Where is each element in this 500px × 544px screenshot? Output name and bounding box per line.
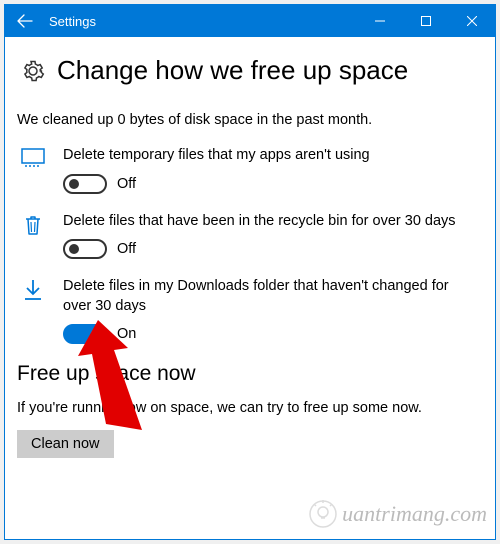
page-title: Change how we free up space [57, 55, 408, 86]
toggle-state: Off [117, 176, 136, 192]
minimize-icon [375, 16, 385, 26]
settings-window: Settings Change how we free up space [4, 4, 496, 540]
lightbulb-icon [308, 499, 338, 529]
option-label: Delete temporary files that my apps aren… [63, 146, 479, 166]
option-downloads: Delete files in my Downloads folder that… [21, 277, 479, 344]
clean-now-button[interactable]: Clean now [17, 430, 114, 458]
close-icon [467, 16, 477, 26]
freeup-desc: If you're running low on space, we can t… [17, 400, 479, 416]
page-header: Change how we free up space [21, 55, 479, 86]
cleanup-summary: We cleaned up 0 bytes of disk space in t… [17, 112, 479, 128]
option-label: Delete files that have been in the recyc… [63, 212, 479, 232]
option-temp-files: Delete temporary files that my apps aren… [21, 146, 479, 194]
toggle-downloads[interactable] [63, 324, 107, 344]
maximize-button[interactable] [403, 5, 449, 37]
toggle-recycle-bin[interactable] [63, 239, 107, 259]
minimize-button[interactable] [357, 5, 403, 37]
back-arrow-icon [17, 13, 33, 29]
monitor-icon [21, 146, 45, 194]
window-title: Settings [49, 14, 96, 29]
watermark: uantrimang.com [308, 499, 487, 529]
freeup-heading: Free up space now [17, 362, 479, 386]
maximize-icon [421, 16, 431, 26]
toggle-state: On [117, 326, 136, 342]
back-button[interactable] [5, 5, 45, 37]
titlebar: Settings [5, 5, 495, 37]
toggle-state: Off [117, 241, 136, 257]
option-recycle-bin: Delete files that have been in the recyc… [21, 212, 479, 260]
trash-icon [21, 212, 45, 260]
download-icon [21, 277, 45, 344]
gear-icon [21, 59, 45, 83]
toggle-temp-files[interactable] [63, 174, 107, 194]
page-content: Change how we free up space We cleaned u… [5, 37, 495, 458]
option-label: Delete files in my Downloads folder that… [63, 277, 479, 316]
close-button[interactable] [449, 5, 495, 37]
